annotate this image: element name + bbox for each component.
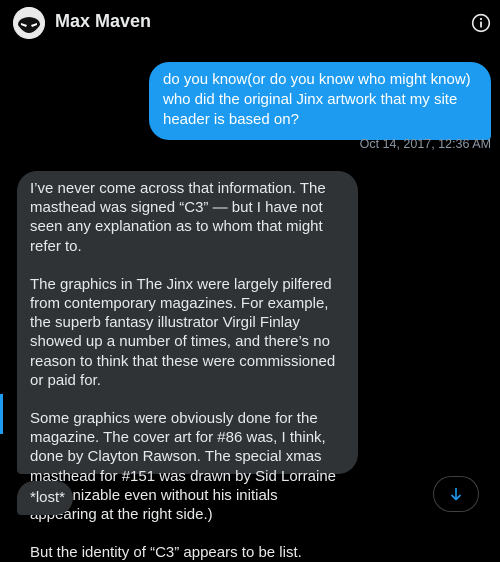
message-timestamp: Oct 14, 2017, 12:36 AM [359, 137, 491, 151]
masked-face-icon [13, 7, 45, 39]
incoming-paragraph: But the identity of “C3” appears to be l… [30, 544, 302, 562]
incoming-message[interactable]: I’ve never come across that information.… [17, 171, 358, 561]
incoming-message-short[interactable]: *lost* [17, 481, 73, 515]
incoming-paragraph: I’ve never come across that information.… [30, 180, 326, 255]
avatar[interactable] [13, 7, 45, 39]
conversation-title: Max Maven [55, 11, 152, 31]
incoming-paragraph: Some graphics were obviously done for th… [30, 410, 337, 524]
arrow-down-icon [450, 488, 462, 501]
scroll-indicator [0, 394, 3, 434]
outgoing-message[interactable]: do you know(or do you know who might kno… [149, 62, 491, 140]
info-icon[interactable] [471, 13, 491, 33]
outgoing-message-text: do you know(or do you know who might kno… [163, 71, 471, 128]
conversation-header: Max Maven [0, 0, 500, 45]
scroll-to-bottom-button[interactable] [433, 476, 479, 512]
incoming-short-text: *lost* [30, 489, 66, 506]
incoming-paragraph: The graphics in The Jinx were largely pi… [30, 275, 336, 389]
